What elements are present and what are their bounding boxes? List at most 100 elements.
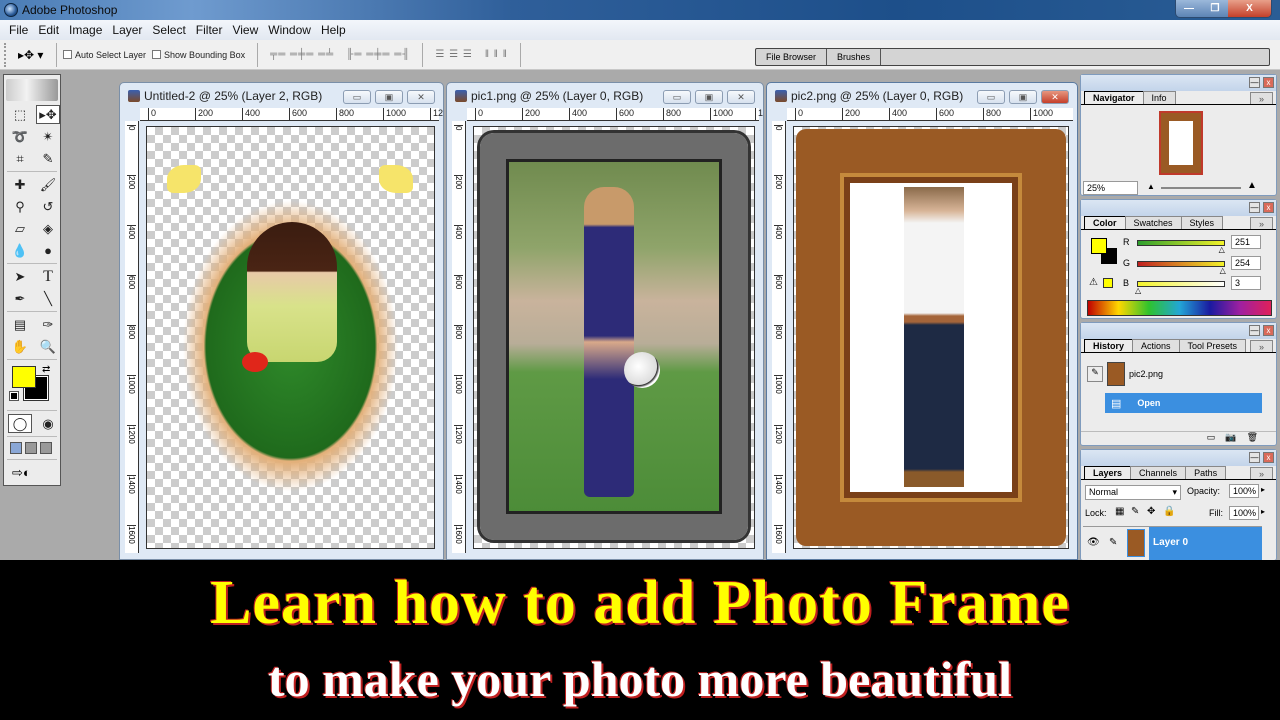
panel-close-button[interactable]: x xyxy=(1263,325,1274,336)
eye-visibility-icon[interactable]: 👁 xyxy=(1087,537,1100,548)
swap-colors-icon[interactable]: ⇄ xyxy=(42,364,50,375)
tab-channels[interactable]: Channels xyxy=(1130,466,1187,479)
type-tool-icon[interactable]: T xyxy=(36,267,60,286)
brush-tool-icon[interactable]: 🖌 xyxy=(36,175,60,194)
distribute-vertical-icons[interactable]: ☰ ☰ ☰ xyxy=(435,49,472,60)
slider-thumb[interactable]: △ xyxy=(1219,245,1225,254)
file-browser-tab[interactable]: File Browser xyxy=(756,49,828,65)
panel-close-button[interactable]: x xyxy=(1263,452,1274,463)
zoom-out-icon[interactable]: ▲ xyxy=(1147,182,1155,191)
color-fg-swatch[interactable] xyxy=(1091,238,1107,254)
new-snapshot-icon[interactable]: 📷 xyxy=(1225,432,1236,442)
tab-swatches[interactable]: Swatches xyxy=(1124,216,1182,229)
menu-window[interactable]: Window xyxy=(263,23,316,37)
restore-button[interactable]: ❐ xyxy=(1202,0,1228,17)
panel-close-button[interactable]: x xyxy=(1263,202,1274,213)
navigator-thumbnail[interactable] xyxy=(1159,111,1203,175)
doc-close-button[interactable]: ✕ xyxy=(1041,90,1069,104)
panel-close-button[interactable]: x xyxy=(1263,77,1274,88)
lock-position-icon[interactable]: ✥ xyxy=(1147,506,1155,517)
hand-tool-icon[interactable]: ✋ xyxy=(8,337,32,356)
panel-menu-icon[interactable]: » xyxy=(1249,467,1273,479)
show-bounding-box-checkbox[interactable]: Show Bounding Box xyxy=(152,50,245,60)
fill-field[interactable]: 100% xyxy=(1229,506,1259,520)
tab-styles[interactable]: Styles xyxy=(1180,216,1224,229)
new-document-icon[interactable]: ▭ xyxy=(1207,432,1216,442)
tab-navigator[interactable]: Navigator xyxy=(1084,91,1144,104)
red-value-field[interactable]: 251 xyxy=(1231,235,1261,249)
doc-close-button[interactable]: ✕ xyxy=(727,90,755,104)
standard-mode-icon[interactable]: ◯ xyxy=(8,414,32,433)
blur-tool-icon[interactable]: 💧 xyxy=(8,241,32,260)
default-colors-icon[interactable] xyxy=(9,391,19,401)
slice-tool-icon[interactable]: ✎ xyxy=(36,149,60,168)
doc-minimize-button[interactable]: ▭ xyxy=(663,90,691,104)
options-bar-grip[interactable] xyxy=(4,42,10,67)
jump-to-imageready-icon[interactable]: ⇨◐ xyxy=(4,463,60,483)
history-snapshot-row[interactable]: ✎ pic2.png xyxy=(1083,361,1262,387)
canvas-silver-frame[interactable] xyxy=(473,126,755,549)
brushes-tab[interactable]: Brushes xyxy=(827,49,882,65)
blend-mode-select[interactable]: Normal ▾ xyxy=(1085,485,1181,500)
lock-transparency-icon[interactable]: ▦ xyxy=(1115,506,1124,517)
blue-slider[interactable]: △ xyxy=(1135,281,1225,295)
doc-maximize-button[interactable]: ▣ xyxy=(695,90,723,104)
history-state-open[interactable]: ▤ Open xyxy=(1105,393,1262,413)
canvas-gold-frame[interactable] xyxy=(793,126,1069,549)
zoom-tool-icon[interactable]: 🔍 xyxy=(36,337,60,356)
tab-info[interactable]: Info xyxy=(1142,91,1176,104)
green-slider[interactable]: △ xyxy=(1137,261,1226,275)
tab-color[interactable]: Color xyxy=(1084,216,1126,229)
close-button[interactable]: X xyxy=(1228,0,1271,17)
path-selection-tool-icon[interactable]: ➤ xyxy=(8,267,32,286)
eyedropper-tool-icon[interactable]: ✑ xyxy=(36,315,60,334)
zoom-in-icon[interactable]: ▲ xyxy=(1247,180,1257,191)
doc-maximize-button[interactable]: ▣ xyxy=(375,90,403,104)
rectangular-marquee-tool-icon[interactable]: ⬚ xyxy=(8,105,32,124)
red-slider[interactable]: △ xyxy=(1137,240,1225,254)
menu-image[interactable]: Image xyxy=(64,23,107,37)
panel-minimize-button[interactable]: — xyxy=(1249,325,1260,336)
line-tool-icon[interactable]: ╲ xyxy=(36,289,60,308)
history-brush-source-icon[interactable]: ✎ xyxy=(1087,366,1103,382)
doc-minimize-button[interactable]: ▭ xyxy=(343,90,371,104)
lasso-tool-icon[interactable]: ➰ xyxy=(8,127,32,146)
document-window-pic2[interactable]: pic2.png @ 25% (Layer 0, RGB) ▭ ▣ ✕ 0 20… xyxy=(766,82,1078,560)
tab-tool-presets[interactable]: Tool Presets xyxy=(1178,339,1247,352)
menu-filter[interactable]: Filter xyxy=(191,23,228,37)
pen-tool-icon[interactable]: ✒ xyxy=(8,289,32,308)
auto-select-layer-checkbox[interactable]: Auto Select Layer xyxy=(63,50,146,60)
tab-actions[interactable]: Actions xyxy=(1132,339,1180,352)
green-value-field[interactable]: 254 xyxy=(1231,256,1261,270)
align-left-icons[interactable]: ╟═ ═╪═ ═╢ xyxy=(346,49,410,60)
doc-maximize-button[interactable]: ▣ xyxy=(1009,90,1037,104)
gamut-color-swatch[interactable] xyxy=(1103,278,1113,288)
lock-image-icon[interactable]: ✎ xyxy=(1131,506,1139,517)
document-window-untitled-2[interactable]: Untitled-2 @ 25% (Layer 2, RGB) ▭ ▣ ✕ 0 … xyxy=(119,82,444,560)
opacity-field[interactable]: 100% xyxy=(1229,484,1259,498)
canvas-flower-frame[interactable] xyxy=(146,126,435,549)
clone-stamp-tool-icon[interactable]: ⚲ xyxy=(8,197,32,216)
full-screen-menu-mode-icon[interactable] xyxy=(25,442,37,454)
tab-layers[interactable]: Layers xyxy=(1084,466,1132,479)
align-top-icons[interactable]: ╤═ ═╪═ ═╧ xyxy=(270,49,334,60)
panel-minimize-button[interactable]: — xyxy=(1249,77,1260,88)
full-screen-mode-icon[interactable] xyxy=(40,442,52,454)
blue-value-field[interactable]: 3 xyxy=(1231,276,1261,290)
delete-state-icon[interactable]: 🗑 xyxy=(1247,432,1258,442)
eraser-tool-icon[interactable]: ▱ xyxy=(8,219,32,238)
panel-menu-icon[interactable]: » xyxy=(1249,340,1273,352)
panel-menu-icon[interactable]: » xyxy=(1249,217,1273,229)
lock-all-icon[interactable]: 🔒 xyxy=(1163,506,1175,517)
history-brush-tool-icon[interactable]: ↺ xyxy=(36,197,60,216)
standard-screen-mode-icon[interactable] xyxy=(10,442,22,454)
gamut-warning-icon[interactable]: ⚠ xyxy=(1089,277,1098,288)
slider-thumb[interactable]: △ xyxy=(1135,286,1141,295)
document-window-pic1[interactable]: pic1.png @ 25% (Layer 0, RGB) ▭ ▣ ✕ 0 20… xyxy=(446,82,764,560)
navigator-zoom-slider[interactable] xyxy=(1161,187,1241,189)
distribute-horizontal-icons[interactable]: ‖ ‖ ‖ xyxy=(485,49,508,60)
tab-history[interactable]: History xyxy=(1084,339,1134,352)
menu-layer[interactable]: Layer xyxy=(107,23,147,37)
dodge-tool-icon[interactable]: ● xyxy=(36,241,60,260)
paint-bucket-tool-icon[interactable]: ◈ xyxy=(36,219,60,238)
